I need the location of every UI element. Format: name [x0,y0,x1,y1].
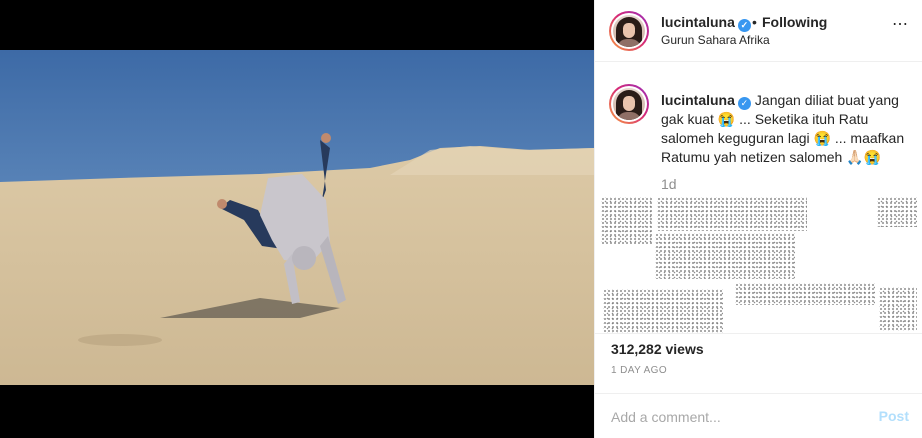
post-stats: 312,282 views 1 DAY AGO [595,333,922,393]
comments-section: lucintaluna ✓ Jangan diliat buat yang gak … [595,63,922,333]
post-header: lucintaluna ✓ • Following Gurun Sahara Af… [595,0,922,62]
location-link[interactable]: Gurun Sahara Afrika [661,33,770,47]
comment-input[interactable] [611,407,861,427]
username[interactable]: lucintaluna [661,14,735,30]
caption: lucintaluna ✓ Jangan diliat buat yang gak … [661,91,911,167]
view-count[interactable]: 312,282 views [611,341,704,357]
post-side-panel: lucintaluna ✓ • Following Gurun Sahara Af… [594,0,922,438]
obscured-comment [879,287,917,331]
post-button[interactable]: Post [879,408,909,424]
video-scene [0,50,594,385]
obscured-comment [657,197,807,231]
obscured-comment [877,197,917,227]
obscured-comment [601,197,653,245]
verified-badge-icon: ✓ [737,19,751,32]
following-button[interactable]: Following [762,14,827,30]
obscured-comment [603,289,723,333]
caption-time[interactable]: 1d [661,176,677,192]
separator-dot: • [752,14,757,30]
obscured-comment [655,233,795,279]
avatar[interactable] [609,11,649,51]
post-media[interactable] [0,0,594,438]
username-link[interactable]: lucintaluna ✓ [661,14,751,32]
video-frame[interactable] [0,50,594,385]
post-date[interactable]: 1 DAY AGO [611,365,667,376]
obscured-comment [735,283,875,305]
more-horizontal-icon[interactable]: ⋯ [892,14,909,34]
caption-username[interactable]: lucintaluna [661,92,735,108]
caption-avatar[interactable] [609,84,649,124]
add-comment-bar: Post [595,393,922,438]
verified-badge-icon: ✓ [737,97,751,110]
